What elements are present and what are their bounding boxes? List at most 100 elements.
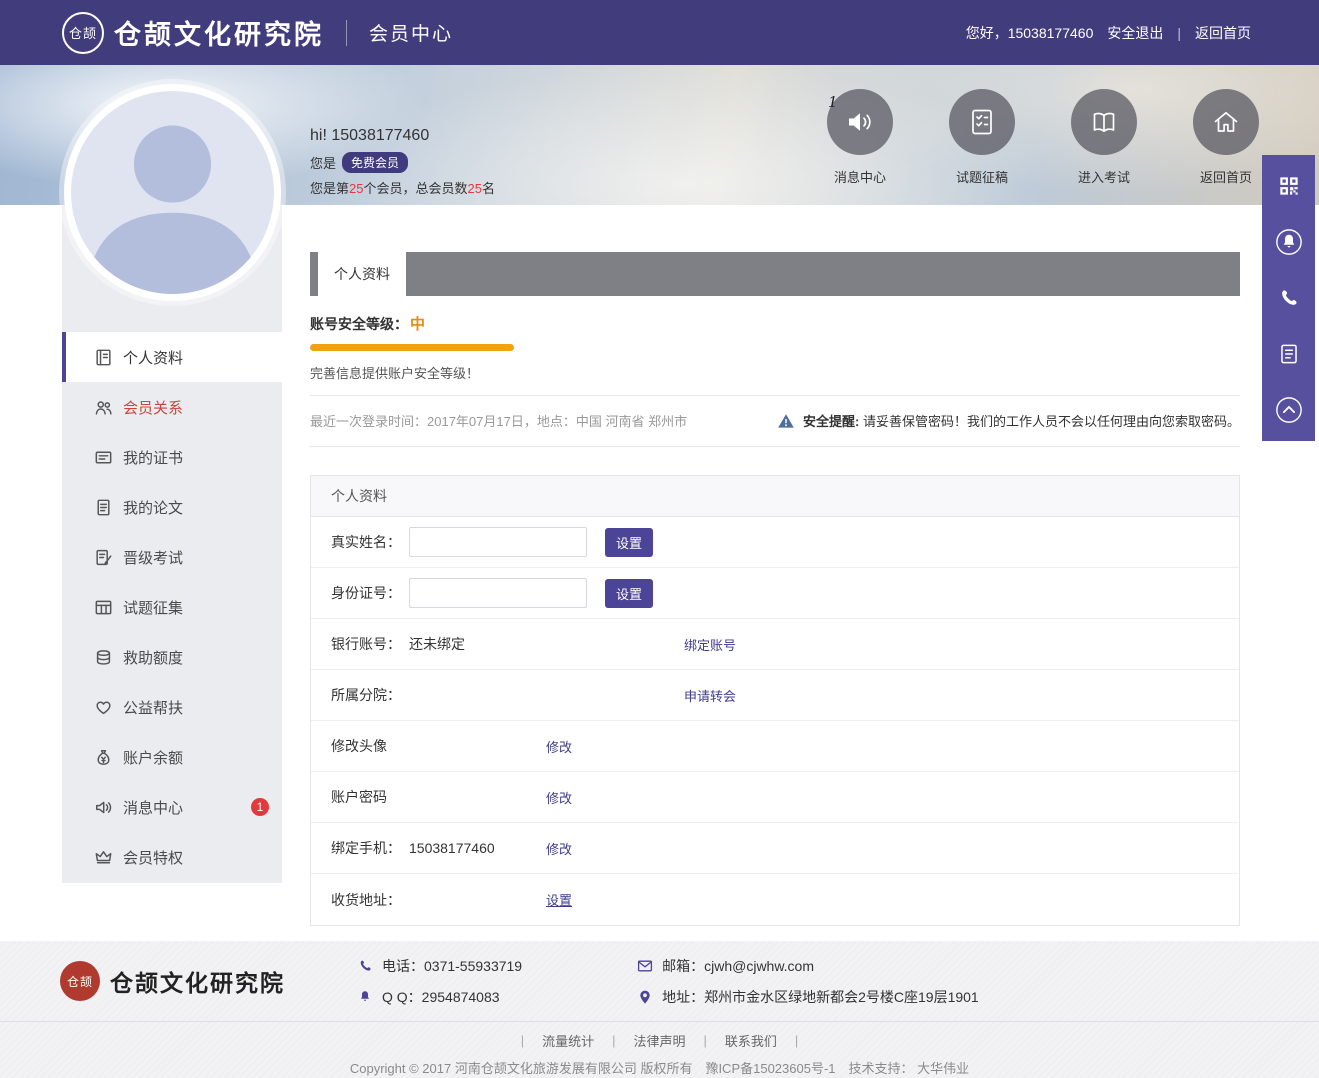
unread-count-badge: 1 — [251, 798, 269, 816]
coins-icon — [94, 647, 114, 667]
certificate-icon — [94, 447, 114, 467]
header-user-area: 您好，15038177460 安全退出 | 返回首页 — [966, 23, 1319, 43]
membership-badge: 免费会员 — [342, 152, 408, 173]
checklist-icon — [949, 89, 1015, 155]
form-row-real-name: 真实姓名： 设置 — [311, 517, 1239, 568]
top-header: 仓颉 仓颉文化研究院 会员中心 您好，15038177460 安全退出 | 返回… — [0, 0, 1319, 65]
sidebar-item-promotion-exam[interactable]: 晋级考试 — [62, 532, 282, 582]
phone-icon[interactable] — [1262, 270, 1315, 326]
sidebar-item-charity[interactable]: 公益帮扶 — [62, 682, 282, 732]
open-book-icon — [1071, 89, 1137, 155]
page-footer: 仓颉 仓颉文化研究院 电话：0371-55933719 Q Q：29548740… — [0, 941, 1319, 1078]
bell-icon — [357, 989, 373, 1005]
quick-action-messages[interactable]: 1 消息中心 — [827, 89, 893, 186]
back-home-link[interactable]: 返回首页 — [1195, 23, 1251, 43]
hello-text: hi! 15038177460 — [310, 127, 495, 145]
login-info-row: 最近一次登录时间：2017年07月17日，地点：中国 河南省 郑州市 安全提醒:… — [310, 396, 1240, 447]
modify-password-link[interactable]: 修改 — [546, 788, 572, 807]
booklet-icon[interactable] — [1262, 326, 1315, 382]
warning-text: 请妥善保管密码！我们的工作人员不会以任何理由向您索取密码。 — [863, 414, 1240, 429]
stat-suffix: 名 — [482, 181, 495, 196]
sidebar-item-relations[interactable]: 会员关系 — [62, 382, 282, 432]
logout-link[interactable]: 安全退出 — [1107, 23, 1163, 43]
set-address-link[interactable]: 设置 — [546, 890, 572, 909]
heart-icon — [94, 697, 114, 717]
security-hint: 完善信息提供账户安全等级！ — [310, 363, 1240, 396]
logo-seal-text: 仓颉 — [69, 23, 97, 42]
member-stats: 您是第25个会员，总会员数25名 — [310, 178, 495, 197]
footer-seal-icon: 仓颉 — [60, 961, 100, 1001]
set-real-name-button[interactable]: 设置 — [605, 528, 653, 557]
profile-form-panel: 个人资料 真实姓名： 设置 身份证号： 设置 银行账号： 还未绑定 绑定账号 — [310, 475, 1240, 926]
brand-name[interactable]: 仓颉文化研究院 — [114, 13, 324, 52]
footer-link-contact[interactable]: 联系我们 — [725, 1031, 777, 1050]
main-panel: 个人资料 账号安全等级：中 完善信息提供账户安全等级！ 最近一次登录时间：201… — [310, 252, 1240, 926]
sidebar-menu: 个人资料 会员关系 我的证书 我的论文 晋级考试 试题征集 — [62, 205, 282, 883]
security-level-value: 中 — [410, 316, 425, 333]
page-title: 会员中心 — [369, 19, 453, 46]
footer-brand-name: 仓颉文化研究院 — [110, 964, 285, 998]
home-icon — [1193, 89, 1259, 155]
tab-profile[interactable]: 个人资料 — [318, 252, 406, 296]
panel-title: 个人资料 — [311, 476, 1239, 517]
id-number-input[interactable] — [409, 578, 587, 608]
back-to-top-icon[interactable] — [1262, 382, 1315, 438]
form-row-password: 账户密码 修改 — [311, 772, 1239, 823]
form-row-branch: 所属分院： 申请转会 — [311, 670, 1239, 721]
footer-bottom: | 流量统计 | 法律声明 | 联系我们 | Copyright © 2017 … — [0, 1021, 1319, 1077]
bind-account-link[interactable]: 绑定账号 — [684, 635, 736, 654]
footer-link-legal[interactable]: 法律声明 — [633, 1031, 685, 1050]
sidebar-item-papers[interactable]: 我的论文 — [62, 482, 282, 532]
brand-logo[interactable]: 仓颉 — [62, 12, 104, 54]
footer-links: | 流量统计 | 法律声明 | 联系我们 | — [0, 1031, 1319, 1050]
quick-action-enter-exam[interactable]: 进入考试 — [1071, 89, 1137, 186]
copyright-text: Copyright © 2017 河南仓颉文化旅游发展有限公司 版权所有 豫IC… — [0, 1058, 1319, 1077]
tab-strip: 个人资料 — [310, 252, 1240, 296]
form-row-id-number: 身份证号： 设置 — [311, 568, 1239, 619]
avatar[interactable] — [64, 84, 281, 301]
sidebar-item-balance[interactable]: 账户余额 — [62, 732, 282, 782]
form-row-phone: 绑定手机： 15038177460 修改 — [311, 823, 1239, 874]
real-name-input[interactable] — [409, 527, 587, 557]
form-row-avatar: 修改头像 修改 — [311, 721, 1239, 772]
member-rank: 25 — [349, 181, 363, 196]
notebook-icon — [94, 347, 114, 367]
footer-email: 邮箱：cjwh@cjwhw.com — [637, 956, 979, 976]
modify-phone-link[interactable]: 修改 — [546, 839, 572, 858]
header-right-separator: | — [1177, 25, 1181, 41]
crown-icon — [94, 847, 114, 867]
mail-icon — [637, 958, 653, 974]
sidebar-item-question-collection[interactable]: 试题征集 — [62, 582, 282, 632]
security-level-label: 账号安全等级： — [310, 316, 408, 332]
set-id-number-button[interactable]: 设置 — [605, 579, 653, 608]
security-warning: 安全提醒: 请妥善保管密码！我们的工作人员不会以任何理由向您索取密码。 — [777, 411, 1240, 430]
sidebar-item-messages[interactable]: 消息中心 1 — [62, 782, 282, 832]
footer-address: 地址：郑州市金水区绿地新都会2号楼C座19层1901 — [637, 987, 979, 1007]
content-area: 个人资料 会员关系 我的证书 我的论文 晋级考试 试题征集 — [0, 205, 1319, 941]
modify-avatar-link[interactable]: 修改 — [546, 737, 572, 756]
table-icon — [94, 597, 114, 617]
sidebar-item-aid-quota[interactable]: 救助额度 — [62, 632, 282, 682]
document-icon — [94, 497, 114, 517]
people-icon — [94, 397, 114, 417]
quick-action-submit-questions[interactable]: 试题征稿 — [949, 89, 1015, 186]
phone-icon — [357, 958, 373, 974]
security-progress-bar — [310, 344, 514, 351]
sidebar-item-profile[interactable]: 个人资料 — [62, 332, 282, 382]
you-are-text: 您是 — [310, 153, 336, 172]
last-login-text: 最近一次登录时间：2017年07月17日，地点：中国 河南省 郑州市 — [310, 411, 687, 430]
warning-label: 安全提醒: — [803, 414, 859, 429]
quick-action-back-home[interactable]: 返回首页 — [1193, 89, 1259, 186]
bell-icon[interactable] — [1262, 214, 1315, 270]
form-row-shipping-address: 收货地址： 设置 — [311, 874, 1239, 925]
member-total: 25 — [468, 181, 482, 196]
sidebar-item-privileges[interactable]: 会员特权 — [62, 832, 282, 882]
qr-code-icon[interactable] — [1262, 158, 1315, 214]
footer-link-traffic-stats[interactable]: 流量统计 — [542, 1031, 594, 1050]
footer-logo: 仓颉 仓颉文化研究院 — [60, 961, 285, 1001]
money-bag-icon — [94, 747, 114, 767]
sidebar-item-certificates[interactable]: 我的证书 — [62, 432, 282, 482]
bound-phone-value: 15038177460 — [409, 840, 546, 856]
warning-icon — [777, 412, 795, 430]
apply-transfer-link[interactable]: 申请转会 — [684, 686, 736, 705]
